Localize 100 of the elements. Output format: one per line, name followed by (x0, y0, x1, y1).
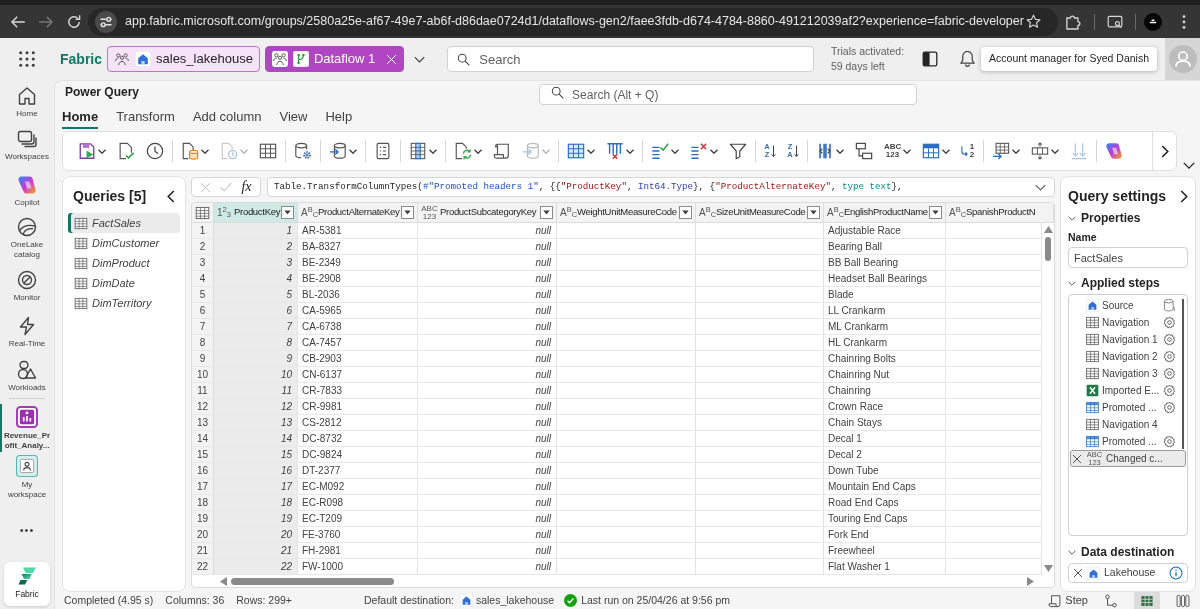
triangle-up-icon[interactable] (1043, 226, 1053, 233)
column-header[interactable]: A$^{B}$$_{C}$ProductAlternateKey (298, 203, 418, 222)
nav-item[interactable]: Revenue_Profit_Analy... (0, 404, 54, 452)
star-icon[interactable] (1026, 14, 1041, 29)
delete-icon[interactable] (1072, 453, 1082, 464)
sliders-icon[interactable] (95, 10, 117, 33)
back-icon[interactable] (10, 13, 26, 30)
nav-item[interactable]: Workspaces (0, 123, 54, 168)
row-number: 17 (192, 479, 214, 494)
data-type-icon[interactable]: ABC 123 (421, 204, 438, 221)
chevron-left-icon[interactable] (167, 189, 175, 203)
replace-values-button[interactable]: 1 2 (958, 136, 978, 166)
app-launcher-icon[interactable] (18, 50, 36, 68)
gear-icon[interactable] (1163, 384, 1176, 397)
search-field[interactable]: Search (447, 46, 815, 72)
nav-item[interactable]: Monitor (0, 263, 54, 310)
database-icon[interactable] (1163, 299, 1176, 312)
column-header[interactable]: A$^{B}$$_{C}$SizeUnitMeasureCode (696, 203, 824, 222)
table-icon[interactable] (195, 205, 210, 220)
nav-item[interactable]: Home (0, 82, 54, 123)
nav-item[interactable]: Copilot (0, 168, 54, 214)
function-icon[interactable]: fx (241, 179, 252, 195)
screen-search-icon[interactable] (1107, 13, 1123, 30)
fabric-button[interactable]: Fabric (4, 562, 50, 606)
section-header[interactable]: Properties (1068, 210, 1188, 226)
column-header[interactable]: 1$^{2}$$_{3}$ ProductKey (214, 203, 298, 222)
query-item[interactable]: FactSales (68, 213, 180, 233)
table-icon (74, 256, 88, 270)
nav-item[interactable]: OneLake catalog (0, 214, 54, 263)
query-item[interactable]: DimDate (68, 273, 180, 293)
column-header[interactable]: A$^{B}$$_{C}$SpanishProductN (946, 203, 1054, 222)
chevron-down-icon[interactable] (414, 55, 426, 63)
brand-link[interactable]: Fabric (60, 48, 102, 70)
gear-icon[interactable] (1163, 350, 1176, 363)
column-filter-button[interactable] (401, 206, 414, 219)
gear-icon[interactable] (1163, 316, 1176, 329)
more-button[interactable]: ••• (13, 520, 41, 540)
table-icon (74, 276, 88, 290)
spreadsheet-icon (1086, 384, 1099, 397)
panel-toggle-icon[interactable] (922, 51, 939, 67)
gear-icon[interactable] (1163, 435, 1176, 448)
applied-step[interactable]: Source (1070, 297, 1186, 314)
applied-step[interactable]: Navigation 4 (1070, 416, 1186, 433)
breadcrumb-tab[interactable]: Dataflow 1 (264, 46, 405, 72)
search-field[interactable]: Search (Alt + Q) (539, 84, 918, 105)
ribbon-tab[interactable]: Home (62, 107, 99, 129)
name-field[interactable]: FactSales (1068, 247, 1188, 268)
applied-step[interactable]: Navigation 2 (1070, 348, 1186, 365)
remove-icon[interactable] (1073, 568, 1083, 578)
column-header[interactable]: A$^{B}$$_{C}$WeightUnitMeasureCode (557, 203, 696, 222)
column-filter-button[interactable] (807, 206, 820, 219)
nav-item[interactable]: My workspace (0, 452, 54, 502)
check-icon[interactable] (220, 182, 233, 192)
triangle-down-icon[interactable] (1043, 565, 1053, 572)
nav-item[interactable]: Real-Time (0, 310, 54, 354)
puzzle-icon[interactable] (1066, 13, 1082, 30)
scrollbar-thumb[interactable] (231, 577, 394, 585)
column-filter-button[interactable] (929, 206, 942, 219)
applied-step[interactable]: Promoted ... (1070, 399, 1186, 416)
applied-step[interactable]: Navigation 1 (1070, 331, 1186, 348)
chevron-right-icon[interactable] (1180, 189, 1188, 203)
bell-icon[interactable] (960, 51, 976, 67)
reload-icon[interactable] (66, 13, 82, 30)
section-header[interactable]: Applied steps (1068, 275, 1188, 291)
column-filter-button[interactable] (281, 206, 294, 219)
gear-icon[interactable] (1163, 333, 1176, 346)
applied-step[interactable]: Navigation 3 (1070, 365, 1186, 382)
data-type-button[interactable]: ABC 123 (881, 136, 914, 166)
nav-item[interactable]: Workloads (0, 354, 54, 398)
applied-step[interactable]: Imported E... (1070, 382, 1186, 399)
ribbon-tab[interactable]: Transform (116, 107, 175, 129)
ribbon-tab[interactable]: Help (325, 107, 353, 129)
applied-step[interactable]: Promoted ... (1070, 433, 1186, 450)
scrollbar-thumb[interactable] (1182, 299, 1184, 449)
query-item[interactable]: DimCustomer (68, 233, 180, 253)
column-filter-button[interactable] (540, 206, 553, 219)
ribbon-tab[interactable]: Add column (192, 107, 262, 129)
profile-icon[interactable] (1144, 12, 1162, 31)
column-header[interactable]: A$^{B}$$_{C}$EnglishProductName (824, 203, 946, 222)
chevron-down-icon[interactable] (1183, 162, 1195, 169)
row-number: 15 (192, 447, 214, 462)
query-item[interactable]: DimTerritory (68, 293, 180, 313)
scrollbar-thumb[interactable] (1045, 237, 1051, 261)
ribbon-tab[interactable]: View (279, 107, 308, 129)
gear-icon[interactable] (1163, 367, 1176, 380)
menu-icon[interactable] (1182, 14, 1186, 29)
view-button[interactable] (1134, 592, 1160, 609)
formula-field[interactable]: Table.TransformColumnTypes(#"Promoted headers 1", {{"ProductKey", Int64.Type}, {"ProductAlternateKey", type text}, (267, 177, 1055, 197)
triangle-left-icon[interactable] (220, 576, 227, 586)
applied-step[interactable]: Navigation (1070, 314, 1186, 331)
gear-icon[interactable] (1163, 401, 1176, 414)
query-item[interactable]: DimProduct (68, 253, 180, 273)
destination-field[interactable]: Lakehouse (1068, 563, 1188, 583)
section-header[interactable]: Data destination (1068, 544, 1188, 560)
breadcrumb-tab[interactable]: sales_lakehouse (107, 46, 260, 72)
info-icon[interactable] (1169, 566, 1183, 580)
step-button[interactable]: Step (1048, 592, 1088, 609)
column-filter-button[interactable] (679, 206, 692, 219)
address-bar[interactable]: app.fabric.microsoft.com/groups/2580a25e-af67-49e7-ab6f-d86dae0724d1/dataflows-gen2/faee3fdb-d674-4784-8860-491212039af2?experience=fabric-developer (88, 7, 1058, 36)
triangle-right-icon[interactable] (1027, 576, 1034, 586)
